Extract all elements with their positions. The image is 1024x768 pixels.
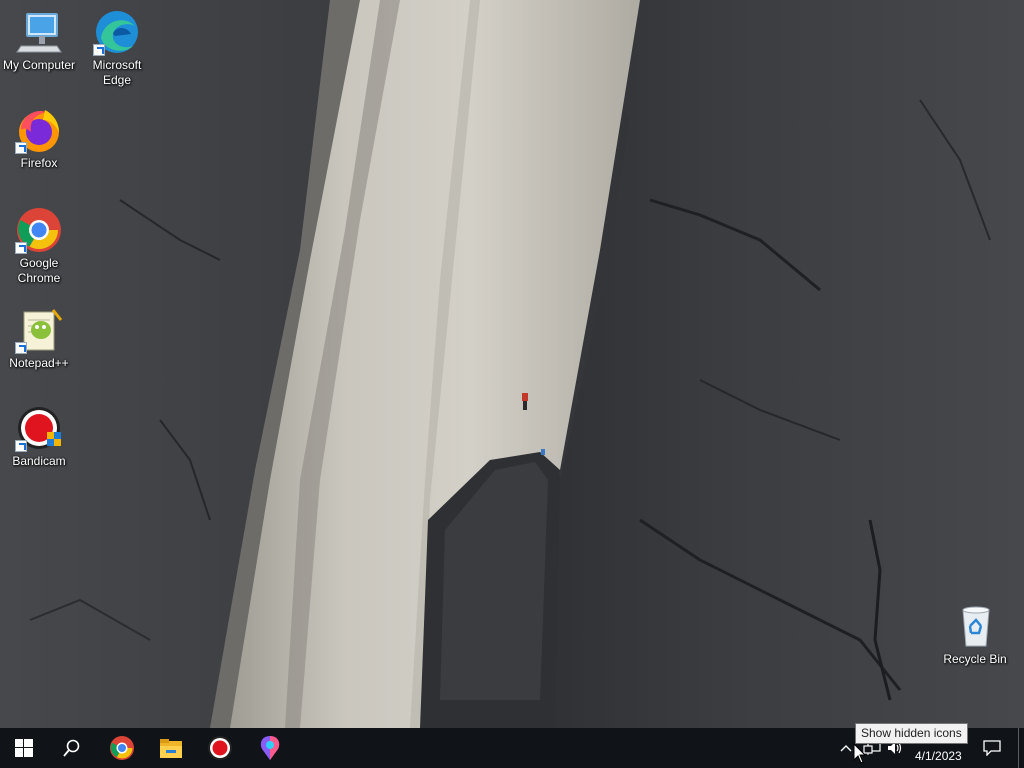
show-desktop-button[interactable] [1018, 728, 1024, 768]
desktop-icon-label-line1: Google [19, 256, 59, 270]
shortcut-arrow-icon [15, 342, 27, 354]
edge-icon [93, 8, 141, 56]
paint-icon [260, 736, 280, 760]
desktop-icon-google-chrome[interactable]: Google Chrome [1, 206, 77, 286]
notification-icon [983, 740, 1001, 756]
desktop-icon-notepadpp[interactable]: Notepad++ [1, 306, 77, 371]
desktop-icon-label: Firefox [20, 156, 58, 170]
clock-date[interactable]: 4/1/2023 [915, 749, 962, 763]
desktop-icon-label-line2: Chrome [17, 271, 61, 285]
shortcut-arrow-icon [15, 440, 27, 452]
desktop-icon-recycle-bin[interactable]: Recycle Bin [937, 602, 1013, 667]
bandicam-icon [208, 736, 232, 760]
taskbar-bandicam-button[interactable] [196, 728, 244, 768]
recycle-bin-icon [951, 602, 999, 650]
desktop-icon-label-line1: Microsoft [92, 58, 142, 72]
desktop-icon-label: My Computer [2, 58, 76, 72]
desktop-icon-bandicam[interactable]: Bandicam [1, 404, 77, 469]
desktop-icon-firefox[interactable]: Firefox [1, 106, 77, 171]
desktop-icon-label: Recycle Bin [943, 652, 1007, 666]
action-center-button[interactable] [976, 728, 1008, 768]
file-explorer-icon [160, 739, 182, 758]
taskbar-paint-button[interactable] [246, 728, 294, 768]
notepadpp-icon [15, 306, 63, 354]
desktop-icon-my-computer[interactable]: My Computer [1, 8, 77, 73]
taskbar-file-explorer-button[interactable] [147, 728, 195, 768]
shortcut-arrow-icon [15, 242, 27, 254]
search-icon [63, 739, 80, 757]
shortcut-arrow-icon [15, 142, 27, 154]
start-icon [15, 739, 33, 757]
tooltip: Show hidden icons [855, 723, 968, 744]
computer-icon [15, 8, 63, 56]
shortcut-arrow-icon [93, 44, 105, 56]
desktop-icon-label: Bandicam [12, 454, 66, 468]
desktop-wallpaper: My Computer Microsoft Edge Firefox Googl… [0, 0, 1024, 728]
desktop-icon-label-line2: Edge [102, 73, 132, 87]
bandicam-icon [15, 404, 63, 452]
taskbar-chrome-button[interactable] [98, 728, 146, 768]
chrome-icon [110, 736, 134, 760]
firefox-icon [15, 106, 63, 154]
mouse-cursor-icon [853, 743, 867, 764]
desktop-icon-label: Notepad++ [9, 356, 69, 370]
chevron-up-icon [840, 745, 852, 752]
wallpaper-rock-art [0, 0, 1024, 728]
desktop-icon-microsoft-edge[interactable]: Microsoft Edge [79, 8, 155, 88]
start-button[interactable] [0, 728, 48, 768]
chrome-icon [15, 206, 63, 254]
search-button[interactable] [48, 728, 96, 768]
